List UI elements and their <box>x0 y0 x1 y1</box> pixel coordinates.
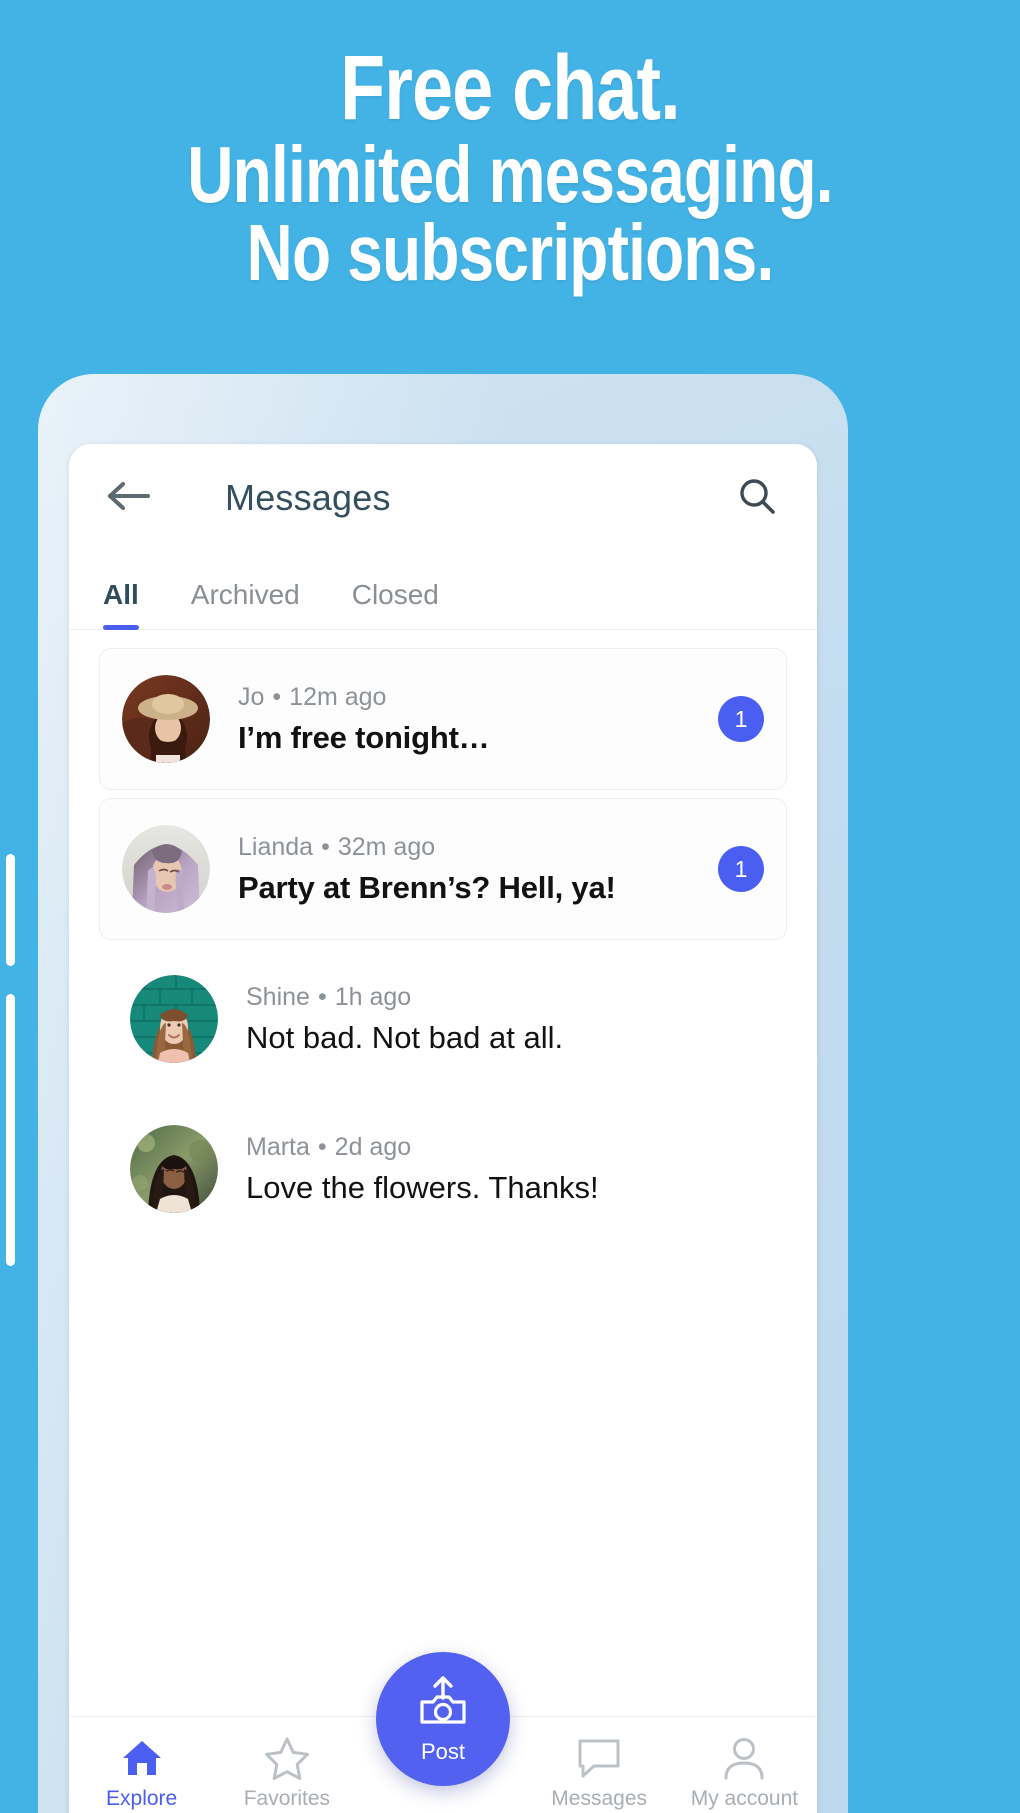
message-sender: Jo <box>238 682 265 711</box>
nav-label-my-account: My account <box>690 1787 799 1810</box>
message-time: 32m ago <box>337 832 436 861</box>
phone-screen: Messages All Archived Closed Jo • 12m ag… <box>69 444 817 1813</box>
tab-all[interactable]: All <box>103 579 139 630</box>
star-icon <box>264 1735 310 1781</box>
meta-separator: • <box>321 832 330 861</box>
chat-bubble-icon <box>576 1735 622 1781</box>
post-fab-label: Post <box>420 1738 466 1764</box>
phone-side-button-volume-down[interactable] <box>6 994 15 1266</box>
message-preview: Love the flowers. Thanks! <box>246 1169 599 1205</box>
phone-mockup: Messages All Archived Closed Jo • 12m ag… <box>6 374 848 1813</box>
avatar-lianda <box>122 825 210 913</box>
message-body: Marta • 2d ago Love the flowers. Thanks! <box>246 1133 704 1206</box>
home-icon <box>120 1735 164 1781</box>
avatar-shine <box>130 975 218 1063</box>
message-sender: Shine <box>246 982 310 1011</box>
marketing-headline: Free chat. Unlimited messaging. No subsc… <box>0 37 1020 297</box>
arrow-left-icon <box>107 479 151 518</box>
tab-archived[interactable]: Archived <box>191 579 300 629</box>
tab-bar: All Archived Closed <box>69 552 817 630</box>
unread-badge: 1 <box>718 846 764 892</box>
nav-label-messages: Messages <box>551 1787 648 1810</box>
unread-badge: 1 <box>718 696 764 742</box>
message-list: Jo • 12m ago I’m free tonight… 1 Lianda … <box>69 630 817 1240</box>
meta-separator: • <box>272 682 282 711</box>
message-preview: I’m free tonight… <box>238 719 490 755</box>
headline-line-2: Unlimited messaging. <box>187 129 833 219</box>
page-title: Messages <box>225 477 391 518</box>
avatar-jo <box>122 675 210 763</box>
meta-separator: • <box>317 1132 327 1161</box>
camera-upload-icon <box>414 1674 472 1737</box>
message-list-item[interactable]: Lianda • 32m ago Party at Brenn’s? Hell, y… <box>99 798 787 940</box>
tab-closed[interactable]: Closed <box>352 579 439 629</box>
nav-item-favorites[interactable]: Favorites <box>214 1735 359 1811</box>
headline-line-1: Free chat. <box>340 37 681 139</box>
message-list-item[interactable]: Shine • 1h ago Not bad. Not bad at all. <box>99 948 787 1090</box>
message-sender: Marta <box>246 1132 310 1161</box>
message-body: Shine • 1h ago Not bad. Not bad at all. <box>246 983 704 1056</box>
post-fab-button[interactable]: Post <box>376 1652 510 1786</box>
message-list-item[interactable]: Marta • 2d ago Love the flowers. Thanks! <box>99 1098 787 1240</box>
message-time: 2d ago <box>334 1132 412 1161</box>
phone-side-button-volume-up[interactable] <box>6 854 15 966</box>
message-body: Lianda • 32m ago Party at Brenn’s? Hell, y… <box>238 833 704 906</box>
message-meta: Jo • 12m ago <box>238 683 704 712</box>
message-list-item[interactable]: Jo • 12m ago I’m free tonight… 1 <box>99 648 787 790</box>
nav-item-my-account[interactable]: My account <box>672 1735 817 1811</box>
search-icon <box>737 476 777 521</box>
nav-item-explore[interactable]: Explore <box>69 1735 214 1811</box>
message-time: 12m ago <box>289 682 387 711</box>
message-preview: Not bad. Not bad at all. <box>246 1019 564 1055</box>
message-meta: Shine • 1h ago <box>246 983 704 1012</box>
message-meta: Lianda • 32m ago <box>238 833 704 862</box>
app-bar: Messages <box>69 444 817 552</box>
person-icon <box>721 1735 767 1781</box>
back-button[interactable] <box>103 472 155 524</box>
headline-line-3: No subscriptions. <box>246 207 775 297</box>
message-meta: Marta • 2d ago <box>246 1133 704 1162</box>
message-sender: Lianda <box>238 832 314 861</box>
nav-label-favorites: Favorites <box>243 1787 331 1810</box>
avatar-marta <box>130 1125 218 1213</box>
message-body: Jo • 12m ago I’m free tonight… <box>238 683 704 756</box>
nav-label-explore: Explore <box>106 1787 178 1810</box>
meta-separator: • <box>317 982 327 1011</box>
search-button[interactable] <box>731 472 783 524</box>
nav-item-messages[interactable]: Messages <box>527 1735 672 1811</box>
message-preview: Party at Brenn’s? Hell, ya! <box>238 869 616 905</box>
message-time: 1h ago <box>334 982 412 1011</box>
